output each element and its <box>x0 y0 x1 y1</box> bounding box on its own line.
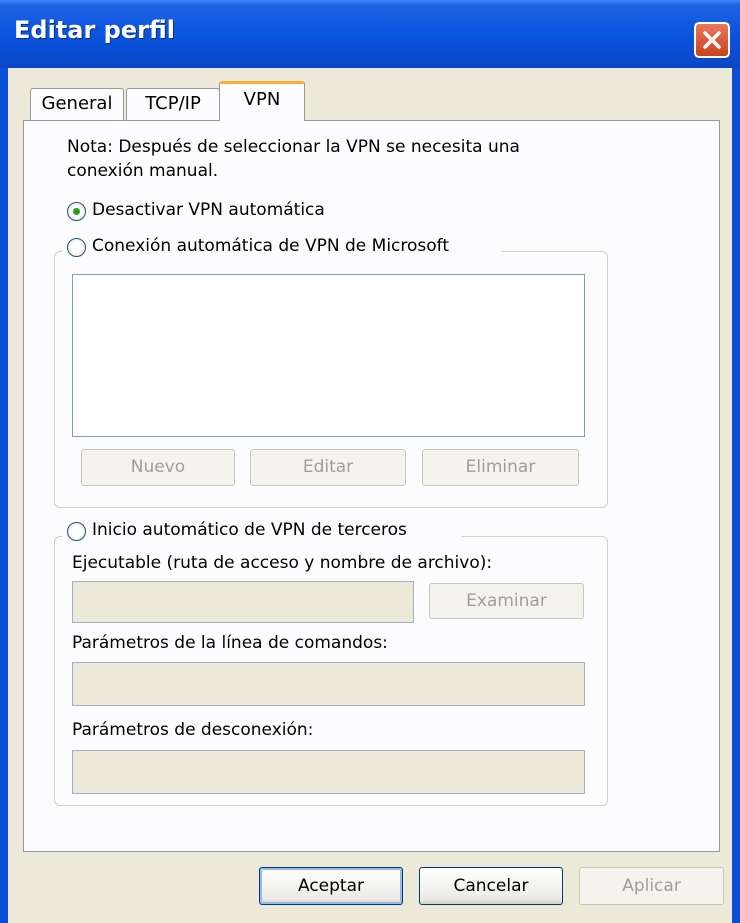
title-bar[interactable]: Editar perfil <box>0 0 740 68</box>
radio-disable-vpn[interactable] <box>67 202 86 221</box>
vpn-note-line2: conexión manual. <box>67 161 219 181</box>
window-title: Editar perfil <box>14 16 175 44</box>
command-line-params-label: Parámetros de la línea de comandos: <box>72 633 388 653</box>
ok-button[interactable]: Aceptar <box>259 867 403 905</box>
browse-button[interactable]: Examinar <box>429 583 584 619</box>
close-icon <box>703 31 721 49</box>
radio-microsoft-vpn[interactable] <box>67 238 86 257</box>
apply-button-label: Aplicar <box>622 876 681 896</box>
radio-third-party-vpn[interactable] <box>67 522 86 541</box>
executable-label: Ejecutable (ruta de acceso y nombre de a… <box>72 553 493 573</box>
executable-path-field[interactable] <box>72 581 414 623</box>
cancel-button-label: Cancelar <box>453 876 529 896</box>
tab-general-label: General <box>41 93 113 114</box>
tab-vpn-label: VPN <box>243 89 281 110</box>
vpn-note-line1: Nota: Después de seleccionar la VPN se n… <box>67 137 520 157</box>
command-line-params-field[interactable] <box>72 662 585 706</box>
disconnect-params-label: Parámetros de desconexión: <box>72 720 314 740</box>
tab-vpn[interactable]: VPN <box>219 81 305 121</box>
edit-button-label: Editar <box>302 457 354 477</box>
window-frame-left <box>0 68 8 923</box>
close-button[interactable] <box>694 22 730 58</box>
new-button-label: Nuevo <box>130 457 186 477</box>
radio-disable-vpn-label[interactable]: Desactivar VPN automática <box>92 200 325 220</box>
apply-button[interactable]: Aplicar <box>579 867 724 905</box>
radio-third-party-vpn-label[interactable]: Inicio automático de VPN de terceros <box>92 520 407 540</box>
dialog-window: Editar perfil General TCP/IP VPN Nota: D… <box>0 0 740 923</box>
tab-tcpip-label: TCP/IP <box>145 93 201 114</box>
radio-selected-dot <box>73 208 80 215</box>
browse-button-label: Examinar <box>466 591 547 611</box>
window-frame-right <box>732 68 740 923</box>
microsoft-vpn-connection-list[interactable] <box>72 274 585 437</box>
tab-general[interactable]: General <box>30 88 124 120</box>
radio-microsoft-vpn-label[interactable]: Conexión automática de VPN de Microsoft <box>92 236 449 256</box>
delete-button[interactable]: Eliminar <box>422 449 579 486</box>
edit-button[interactable]: Editar <box>250 449 406 486</box>
cancel-button[interactable]: Cancelar <box>419 867 563 905</box>
disconnect-params-field[interactable] <box>72 750 585 794</box>
tab-tcpip[interactable]: TCP/IP <box>126 88 220 120</box>
ok-button-label: Aceptar <box>298 876 364 896</box>
new-button[interactable]: Nuevo <box>81 449 235 486</box>
delete-button-label: Eliminar <box>465 457 536 477</box>
vpn-tab-panel: Nota: Después de seleccionar la VPN se n… <box>23 120 720 852</box>
